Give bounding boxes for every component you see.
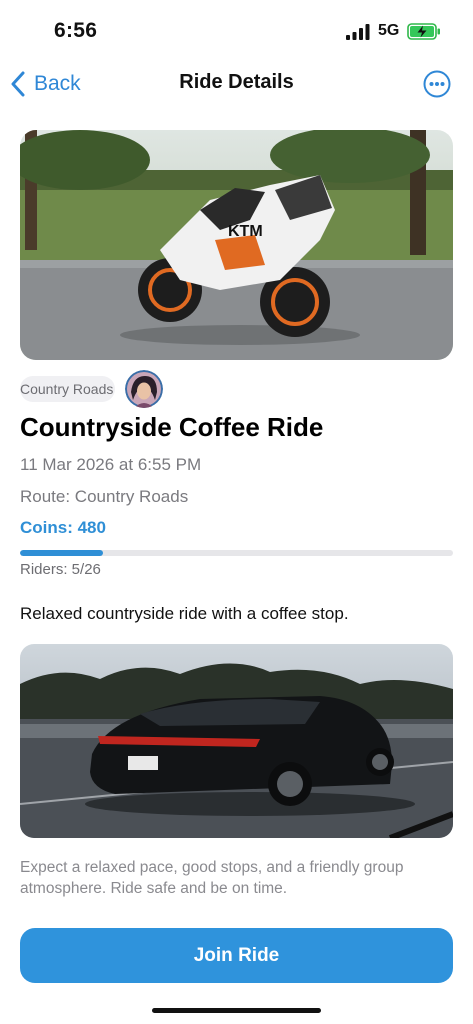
ellipsis-circle-icon[interactable]	[423, 70, 451, 98]
route-tag: Country Roads	[20, 376, 116, 402]
status-bar: 6:56 5G	[0, 0, 473, 62]
riders-progress-fill	[20, 550, 104, 556]
status-time: 6:56	[54, 19, 98, 42]
ride-route: Route: Country Roads	[20, 487, 189, 506]
avatar[interactable]	[125, 370, 164, 408]
svg-text:KTM: KTM	[228, 223, 263, 240]
riders-progress-bar	[20, 550, 453, 556]
join-ride-button[interactable]: Join Ride	[20, 928, 453, 983]
home-indicator	[152, 1008, 321, 1013]
navigation-bar: Back Ride Details	[0, 62, 473, 108]
motorcycle-photo: KTM	[20, 130, 453, 360]
tag-row: Country Roads	[20, 370, 164, 408]
ride-title: Countryside Coffee Ride	[20, 412, 324, 442]
battery-charging-icon	[407, 23, 440, 40]
ride-details-text: Expect a relaxed pace, good stops, and a…	[20, 859, 404, 897]
sports-car-photo	[20, 644, 453, 838]
page-title: Ride Details	[179, 71, 294, 93]
coins-value: Coins: 480	[20, 518, 106, 537]
network-label: 5G	[378, 22, 400, 39]
ride-datetime: 11 Mar 2026 at 6:55 PM	[20, 455, 202, 474]
riders-count: Riders: 5/26	[20, 561, 101, 578]
signal-icon	[346, 24, 370, 40]
ride-description: Relaxed countryside ride with a coffee s…	[20, 604, 349, 623]
